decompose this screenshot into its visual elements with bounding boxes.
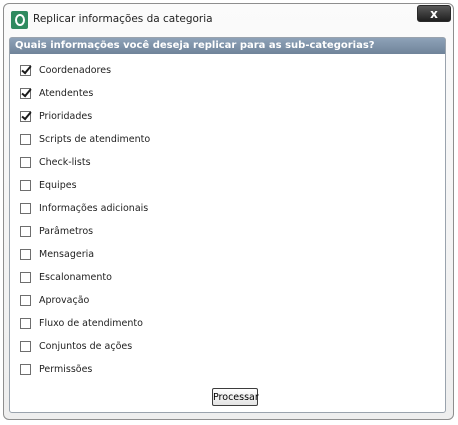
process-button[interactable]: Processar [212, 388, 259, 406]
option-row[interactable]: Scripts de atendimento [20, 131, 150, 147]
option-row[interactable]: Atendentes [20, 85, 93, 101]
checkbox-unchecked[interactable] [20, 248, 31, 260]
option-label: Conjuntos de ações [39, 340, 133, 352]
checkbox-unchecked[interactable] [20, 294, 31, 306]
options-panel: Quais informações você deseja replicar p… [9, 37, 446, 413]
option-label: Escalonamento [39, 271, 112, 283]
option-label: Scripts de atendimento [39, 133, 151, 145]
app-logo-icon [11, 11, 28, 29]
option-row[interactable]: Prioridades [20, 108, 92, 124]
option-label: Coordenadores [39, 64, 112, 76]
option-row[interactable]: Equipes [20, 177, 77, 193]
option-row[interactable]: Coordenadores [20, 62, 111, 78]
option-row[interactable]: Escalonamento [20, 269, 112, 285]
checkbox-checked[interactable] [20, 110, 31, 122]
checkbox-unchecked[interactable] [20, 225, 31, 237]
option-label: Mensageria [39, 248, 95, 260]
checkbox-unchecked[interactable] [20, 133, 31, 145]
option-label: Prioridades [39, 110, 93, 122]
option-label: Check-lists [39, 156, 91, 168]
option-row[interactable]: Aprovação [20, 292, 89, 308]
option-row[interactable]: Mensageria [20, 246, 94, 262]
option-row[interactable]: Fluxo de atendimento [20, 315, 143, 331]
option-label: Atendentes [39, 87, 94, 99]
close-button[interactable]: x [417, 5, 451, 22]
option-label: Equipes [39, 179, 77, 191]
checkbox-unchecked[interactable] [20, 317, 31, 329]
checkbox-unchecked[interactable] [20, 363, 31, 375]
checkbox-checked[interactable] [20, 64, 31, 76]
checkbox-unchecked[interactable] [20, 340, 31, 352]
option-label: Fluxo de atendimento [39, 317, 143, 329]
option-row[interactable]: Check-lists [20, 154, 91, 170]
checkbox-unchecked[interactable] [20, 179, 31, 191]
option-row[interactable]: Conjuntos de ações [20, 338, 132, 354]
option-label: Parâmetros [39, 225, 94, 237]
checkbox-unchecked[interactable] [20, 202, 31, 214]
checkbox-checked[interactable] [20, 87, 31, 99]
option-label: Informações adicionais [39, 202, 149, 214]
option-row[interactable]: Informações adicionais [20, 200, 148, 216]
option-label: Aprovação [39, 294, 90, 306]
option-row[interactable]: Parâmetros [20, 223, 93, 239]
replicate-category-dialog: Replicar informações da categoria x Quai… [3, 3, 454, 420]
panel-header: Quais informações você deseja replicar p… [10, 38, 445, 54]
dialog-title: Replicar informações da categoria [33, 13, 213, 25]
option-label: Permissões [39, 363, 93, 375]
checkbox-unchecked[interactable] [20, 156, 31, 168]
checkbox-unchecked[interactable] [20, 271, 31, 283]
option-row[interactable]: Permissões [20, 361, 92, 377]
